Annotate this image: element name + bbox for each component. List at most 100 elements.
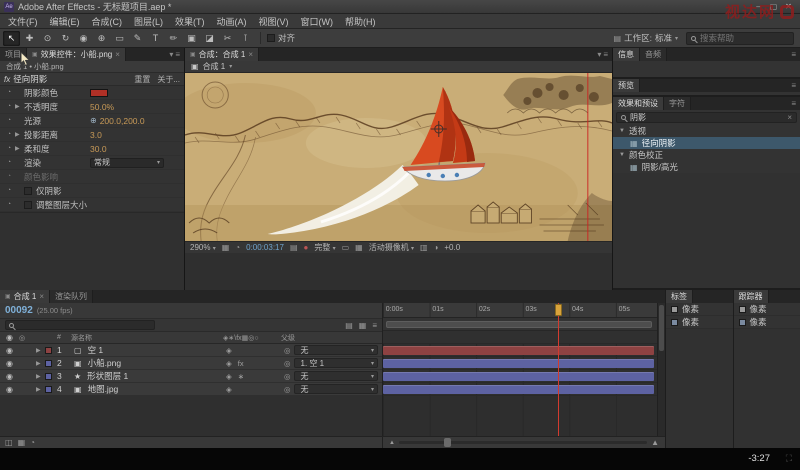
fx-switch[interactable]: ∗	[235, 372, 244, 381]
tab-labels[interactable]: 标签	[666, 290, 693, 303]
twirl-icon[interactable]: ▶	[33, 386, 42, 393]
twirl-icon[interactable]: ▶	[33, 373, 42, 380]
stopwatch-icon[interactable]: ◔	[3, 159, 15, 166]
panel-menu-icon[interactable]: ≡	[787, 79, 800, 92]
tab-render-queue[interactable]: 渲染队列	[50, 290, 93, 303]
label-chip[interactable]	[45, 360, 52, 367]
menu-help[interactable]: 帮助(H)	[339, 15, 382, 28]
panel-menu-icon[interactable]: ≡	[787, 97, 800, 110]
video-player-bar[interactable]: -3:27 ⛶	[0, 448, 800, 470]
twirl-icon[interactable]: ▶	[33, 347, 42, 354]
expand-inout-icon[interactable]: ◔	[30, 438, 35, 447]
rotation-tool-icon[interactable]: ↻	[57, 31, 74, 46]
grid-guides-icon[interactable]: ▦	[222, 243, 230, 252]
menu-animation[interactable]: 动画(A)	[211, 15, 253, 28]
effect-radial-shadow[interactable]: ▦ 径向阴影	[613, 137, 800, 149]
effects-search-box[interactable]: ×	[616, 112, 797, 123]
eye-icon[interactable]: ◉	[3, 372, 13, 381]
expand-transfer-controls-icon[interactable]: ▦	[18, 438, 26, 447]
point-icon[interactable]: ⊕	[90, 116, 97, 125]
clear-search-icon[interactable]: ×	[787, 113, 792, 122]
property-row-opacity[interactable]: ◔ ▶ 不透明度 50.0%	[0, 100, 184, 114]
playhead[interactable]	[558, 303, 559, 436]
layer-bar-boat[interactable]	[383, 357, 657, 370]
effect-shadow-highlight[interactable]: ▦ 阴影/高光	[613, 161, 800, 173]
layer-row-null[interactable]: ◉ ▶ 1 ▢空 1 ◈ ◎无▾	[0, 344, 382, 357]
list-item[interactable]: 像素	[666, 303, 733, 316]
timeline-tracks[interactable]: 0:00s 01s 02s 03s 04s 05s	[383, 303, 657, 436]
tab-effect-controls[interactable]: ▣ 效果控件：小船.png ×	[27, 48, 126, 61]
list-item[interactable]: 像素	[666, 316, 733, 329]
shape-tool-icon[interactable]: ▭	[111, 31, 128, 46]
puppet-pin-tool-icon[interactable]: ⊺	[237, 31, 254, 46]
workspace-selector[interactable]: ▤ 工作区: 标准 ▾	[614, 32, 678, 44]
label-chip[interactable]	[45, 347, 52, 354]
hand-tool-icon[interactable]: ✚	[21, 31, 38, 46]
camera-tool-icon[interactable]: ◉	[75, 31, 92, 46]
pan-behind-tool-icon[interactable]: ⊕	[93, 31, 110, 46]
exposure-value[interactable]: +0.0	[444, 243, 460, 252]
twirl-icon[interactable]: ▶	[15, 131, 24, 138]
composition-mini-flowchart-icon[interactable]: ▤	[345, 321, 353, 330]
tab-character[interactable]: 字符	[664, 97, 691, 110]
reset-link[interactable]: 重置	[134, 74, 150, 85]
property-value[interactable]: 50.0%	[90, 102, 114, 112]
layer-row-map[interactable]: ◉ ▶ 4 ▣地图.jpg ◈ ◎无▾	[0, 383, 382, 396]
layer-row-boat[interactable]: ◉ ▶ 2 ▣小船.png ◈fx ◎1. 空 1▾	[0, 357, 382, 370]
composition-navigator[interactable]: ▣ 合成 1 ▾	[185, 61, 612, 73]
eraser-tool-icon[interactable]: ◪	[201, 31, 218, 46]
snapshot-icon[interactable]: ▤	[290, 243, 298, 252]
expand-layer-switches-icon[interactable]: ◫	[5, 438, 13, 447]
tab-tracker[interactable]: 跟踪器	[734, 290, 769, 303]
time-ruler[interactable]: 0:00s 01s 02s 03s 04s 05s	[383, 303, 657, 318]
zoom-select[interactable]: 290% ▾	[190, 243, 216, 252]
timeline-scrollbar[interactable]	[657, 303, 665, 436]
twirl-icon[interactable]: ▶	[33, 360, 42, 367]
property-value[interactable]: 200.0,200.0	[100, 116, 145, 126]
parent-dropdown[interactable]: 无▾	[294, 384, 378, 394]
align-checkbox[interactable]	[267, 34, 275, 42]
exposure-icon[interactable]: ◑	[434, 243, 439, 252]
fx-switch[interactable]: fx	[235, 359, 244, 368]
pickwhip-icon[interactable]: ◎	[281, 372, 291, 381]
color-swatch[interactable]	[90, 89, 108, 97]
layer-name[interactable]: 空 1	[85, 344, 104, 356]
close-icon[interactable]: ×	[248, 50, 253, 59]
timeline-search-box[interactable]	[5, 320, 155, 330]
scrollbar-thumb[interactable]	[659, 305, 664, 351]
render-dropdown[interactable]: 常规 ▾	[90, 158, 164, 168]
label-chip[interactable]	[45, 373, 52, 380]
align-toggle[interactable]: 对齐	[267, 32, 295, 44]
pen-tool-icon[interactable]: ✎	[129, 31, 146, 46]
stopwatch-icon[interactable]: ◔	[3, 103, 15, 110]
composition-viewport[interactable]	[185, 73, 612, 241]
zoom-slider-thumb[interactable]	[444, 438, 451, 447]
about-link[interactable]: 关于...	[157, 74, 180, 85]
tab-composition[interactable]: ▣ 合成：合成 1 ×	[185, 48, 259, 61]
twirl-icon[interactable]: ▶	[15, 103, 24, 110]
tab-preview[interactable]: 预览	[613, 79, 640, 92]
stopwatch-icon[interactable]: ◔	[3, 131, 15, 138]
effects-search-input[interactable]	[630, 113, 760, 122]
parent-dropdown[interactable]: 1. 空 1▾	[294, 358, 378, 368]
menu-effect[interactable]: 效果(T)	[169, 15, 211, 28]
parent-dropdown[interactable]: 无▾	[294, 371, 378, 381]
brush-tool-icon[interactable]: ✏	[165, 31, 182, 46]
category-perspective[interactable]: ▼ 透视	[613, 125, 800, 137]
pickwhip-icon[interactable]: ◎	[281, 359, 291, 368]
timeline-zoom-slider[interactable]	[399, 441, 647, 444]
menu-window[interactable]: 窗口(W)	[295, 15, 340, 28]
panel-menu-icon[interactable]: ▾≡	[165, 48, 184, 61]
property-row-light-source[interactable]: ◔ 光源 ⊕ 200.0,200.0	[0, 114, 184, 128]
tab-effects-presets[interactable]: 效果和预设	[613, 97, 664, 110]
tab-audio[interactable]: 音频	[640, 48, 667, 61]
label-chip[interactable]	[45, 386, 52, 393]
layer-name[interactable]: 地图.jpg	[85, 383, 119, 395]
work-area[interactable]	[383, 318, 657, 331]
resolution-select[interactable]: 完整 ▾	[314, 242, 335, 253]
help-search-input[interactable]	[700, 33, 780, 43]
stopwatch-icon[interactable]: ◔	[3, 89, 15, 96]
property-row-softness[interactable]: ◔ ▶ 柔和度 30.0	[0, 142, 184, 156]
selection-tool-icon[interactable]: ↖	[3, 31, 20, 46]
stopwatch-icon[interactable]: ◔	[3, 117, 15, 124]
